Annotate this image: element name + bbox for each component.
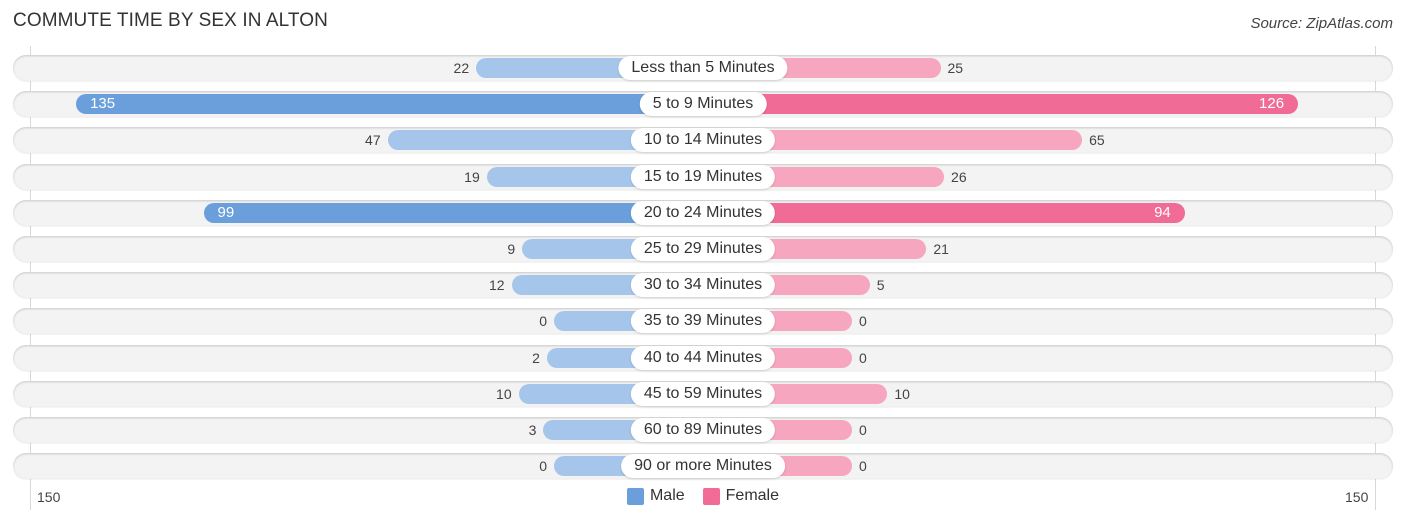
value-label-female: 94 xyxy=(1154,203,1171,221)
category-label: 60 to 89 Minutes xyxy=(630,418,776,442)
value-label-female: 65 xyxy=(1089,132,1105,149)
legend-swatch-female xyxy=(702,487,720,505)
value-label-female: 5 xyxy=(876,277,885,294)
value-label-male: 0 xyxy=(539,313,547,330)
legend: Male Female xyxy=(0,487,1406,505)
legend-swatch-male xyxy=(626,487,644,505)
legend-label-male: Male xyxy=(649,487,685,504)
category-label: 10 to 14 Minutes xyxy=(630,128,776,153)
bar-female[interactable] xyxy=(703,202,1185,223)
category-label: 90 or more Minutes xyxy=(621,454,785,479)
category-label: 40 to 44 Minutes xyxy=(630,345,776,370)
category-label: 45 to 59 Minutes xyxy=(630,381,776,406)
value-label-male: 47 xyxy=(365,132,381,149)
value-label-male: 9 xyxy=(507,241,516,257)
legend-label-female: Female xyxy=(725,487,780,504)
value-label-female: 0 xyxy=(859,422,867,438)
bar-male[interactable] xyxy=(203,202,703,223)
chart-title: COMMUTE TIME BY SEX IN ALTON xyxy=(13,10,328,31)
value-label-female: 0 xyxy=(859,458,867,475)
category-label: 5 to 9 Minutes xyxy=(639,92,767,117)
category-label: Less than 5 Minutes xyxy=(618,56,788,80)
value-label-male: 2 xyxy=(532,349,540,366)
value-label-male: 135 xyxy=(90,95,116,113)
value-label-female: 126 xyxy=(1259,95,1285,113)
value-label-female: 10 xyxy=(894,385,910,402)
legend-item-male[interactable]: Male xyxy=(626,487,685,505)
value-label-female: 0 xyxy=(859,349,867,366)
value-label-female: 25 xyxy=(947,60,964,76)
value-label-female: 21 xyxy=(933,241,949,257)
value-label-male: 10 xyxy=(496,385,512,402)
value-label-female: 0 xyxy=(859,313,867,330)
value-label-male: 22 xyxy=(453,60,470,76)
source-credit: Source: ZipAtlas.com xyxy=(1250,15,1393,32)
legend-item-female[interactable]: Female xyxy=(702,487,780,505)
value-label-male: 3 xyxy=(528,422,537,438)
value-label-male: 19 xyxy=(464,168,480,185)
bar-female[interactable] xyxy=(703,94,1299,115)
value-label-male: 0 xyxy=(539,458,547,475)
category-label: 25 to 29 Minutes xyxy=(630,237,776,261)
category-label: 20 to 24 Minutes xyxy=(630,200,776,225)
value-label-male: 99 xyxy=(217,203,235,221)
category-label: 35 to 39 Minutes xyxy=(630,309,776,334)
category-label: 15 to 19 Minutes xyxy=(630,164,776,189)
bar-male[interactable] xyxy=(76,94,703,115)
value-label-female: 26 xyxy=(951,168,967,185)
value-label-male: 12 xyxy=(488,277,505,294)
category-label: 30 to 34 Minutes xyxy=(630,273,776,298)
